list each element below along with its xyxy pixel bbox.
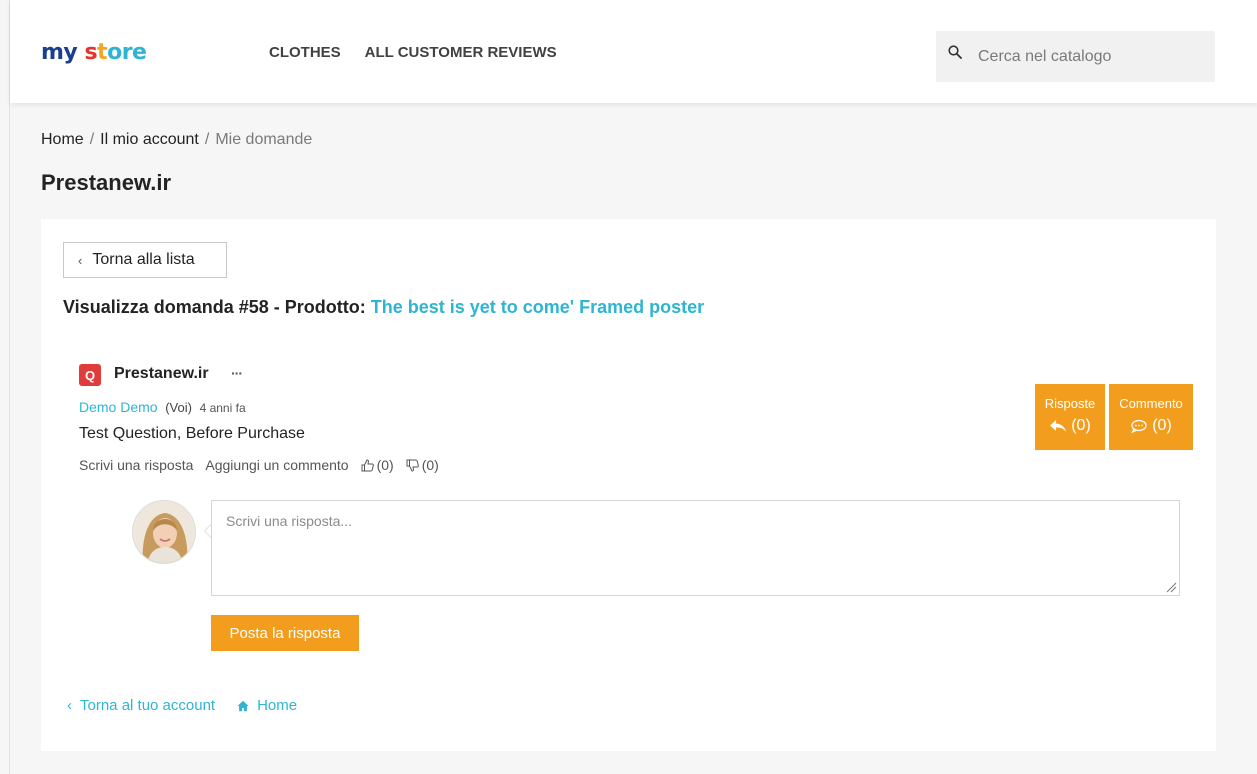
question-actions: Scrivi una risposta Aggiungi un commento…: [79, 457, 439, 473]
avatar: [132, 500, 196, 564]
page: my store CLOTHES ALL CUSTOMER REVIEWS Ho…: [9, 0, 1257, 774]
question-author: Prestanew.ir: [114, 365, 209, 382]
chevron-left-icon: ‹: [78, 252, 83, 268]
customer-name-link[interactable]: Demo Demo: [79, 399, 158, 415]
question-meta: Demo Demo (Voi) 4 anni fa: [79, 399, 246, 415]
thumbs-down-icon: [406, 459, 419, 472]
site-header: my store CLOTHES ALL CUSTOMER REVIEWS: [10, 0, 1257, 103]
breadcrumb: Home / Il mio account / Mie domande: [41, 131, 312, 149]
search-icon[interactable]: [948, 45, 962, 59]
product-link[interactable]: The best is yet to come' Framed poster: [371, 297, 704, 317]
comments-button[interactable]: Commento (0): [1109, 384, 1193, 450]
breadcrumb-current: Mie domande: [215, 131, 313, 148]
resize-handle-icon[interactable]: [1165, 581, 1177, 593]
page-title: Prestanew.ir: [41, 170, 172, 195]
answers-button[interactable]: Risposte (0): [1035, 384, 1105, 450]
home-link[interactable]: Home: [237, 697, 297, 714]
like-button[interactable]: (0): [361, 457, 394, 473]
breadcrumb-separator: /: [204, 131, 210, 148]
breadcrumb-home[interactable]: Home: [41, 131, 84, 148]
user-photo: [133, 501, 195, 563]
home-icon: [237, 700, 249, 711]
breadcrumb-account[interactable]: Il mio account: [100, 131, 199, 148]
back-to-account-label: Torna al tuo account: [80, 697, 216, 714]
comment-icon: [1131, 419, 1147, 433]
dislike-count: (0): [421, 457, 439, 473]
comments-label: Commento: [1119, 396, 1183, 411]
more-options-icon[interactable]: ···: [231, 365, 243, 381]
answers-count: (0): [1071, 417, 1091, 434]
thumbs-up-icon: [361, 458, 374, 471]
breadcrumb-separator: /: [89, 131, 95, 148]
reply-textarea[interactable]: [211, 500, 1180, 596]
time-ago: 4 anni fa: [199, 401, 246, 415]
question-text: Test Question, Before Purchase: [79, 425, 305, 442]
dislike-button[interactable]: (0): [406, 457, 439, 473]
comments-count: (0): [1152, 417, 1172, 434]
chevron-left-icon: ‹: [67, 697, 72, 714]
post-answer-button[interactable]: Posta la risposta: [211, 615, 359, 651]
back-to-list-label: Torna alla lista: [92, 251, 195, 268]
question-card: ‹ Torna alla lista Visualizza domanda #5…: [41, 219, 1216, 751]
nav-item-customer-reviews[interactable]: ALL CUSTOMER REVIEWS: [365, 44, 557, 61]
main-nav: CLOTHES ALL CUSTOMER REVIEWS: [269, 44, 557, 61]
store-logo[interactable]: my store: [41, 40, 147, 65]
footer-links: ‹ Torna al tuo account Home: [67, 697, 297, 714]
you-label: (Voi): [165, 400, 192, 415]
back-to-account-link[interactable]: ‹ Torna al tuo account: [67, 697, 215, 714]
question-badge: Q: [79, 364, 101, 386]
reply-icon: [1050, 420, 1067, 432]
search-input[interactable]: [978, 45, 1198, 69]
like-count: (0): [376, 457, 394, 473]
back-to-list-button[interactable]: ‹ Torna alla lista: [63, 242, 227, 278]
home-label: Home: [257, 697, 298, 714]
question-heading-prefix: Visualizza domanda #58 - Prodotto:: [63, 297, 371, 317]
question-heading: Visualizza domanda #58 - Prodotto: The b…: [63, 297, 704, 318]
nav-item-clothes[interactable]: CLOTHES: [269, 44, 341, 61]
write-answer-link[interactable]: Scrivi una risposta: [79, 457, 193, 473]
add-comment-link[interactable]: Aggiungi un commento: [205, 457, 348, 473]
answers-label: Risposte: [1044, 396, 1096, 411]
search-box: [936, 31, 1215, 82]
